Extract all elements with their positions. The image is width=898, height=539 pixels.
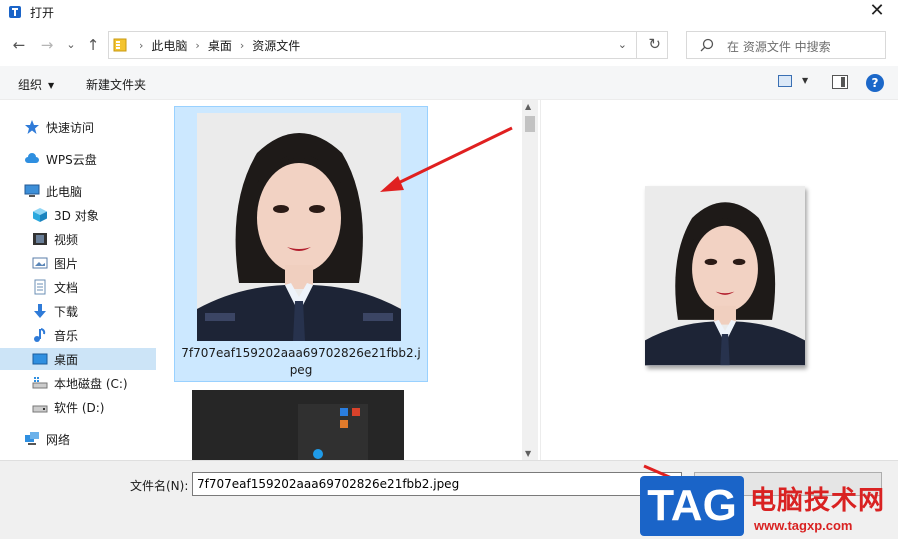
breadcrumb-separator: › — [139, 39, 144, 52]
sidebar-item-label: 下载 — [54, 304, 79, 319]
navigation-pane: 快速访问 WPS云盘 此电脑 3D 对象 视频 图片 文档 下载 音乐 桌面 本… — [0, 100, 158, 460]
refresh-button[interactable]: ↻ — [648, 35, 661, 53]
view-options-button[interactable]: ▼ — [802, 76, 808, 85]
sidebar-item-this-pc[interactable]: 此电脑 — [0, 180, 156, 202]
sidebar-item-videos[interactable]: 视频 — [0, 228, 156, 250]
breadcrumb-this-pc[interactable]: 此电脑 — [151, 37, 187, 54]
file-thumbnail-second[interactable] — [192, 390, 404, 460]
cloud-icon — [25, 153, 39, 163]
close-button[interactable]: ✕ — [862, 0, 892, 24]
music-icon — [34, 328, 46, 342]
open-file-dialog: 打开 ✕ ← → ⌄ ↑ › 此电脑 › 桌面 › 资源文件 ⌄ ↻ 在 资源文… — [0, 0, 898, 539]
sidebar-item-software-d[interactable]: 软件 (D:) — [0, 396, 156, 418]
breadcrumb: › 此电脑 › 桌面 › 资源文件 — [131, 37, 300, 54]
window-title: 打开 — [30, 6, 55, 20]
filename-field[interactable] — [192, 472, 682, 496]
change-view-button[interactable] — [778, 75, 792, 87]
address-divider — [636, 32, 637, 58]
breadcrumb-separator: › — [239, 39, 245, 52]
watermark: TAG 电脑技术网 www.tagxp.com — [640, 474, 898, 539]
preview-pane-button[interactable] — [832, 75, 848, 89]
cube-icon — [33, 208, 47, 222]
search-placeholder: 在 资源文件 中搜索 — [727, 40, 831, 54]
sidebar-item-label: 桌面 — [54, 352, 79, 367]
sidebar-item-label: 快速访问 — [46, 120, 95, 135]
network-icon — [25, 432, 39, 445]
sidebar-item-label: 本地磁盘 (C:) — [54, 376, 128, 391]
sidebar-item-documents[interactable]: 文档 — [0, 276, 156, 298]
sidebar-item-label: 图片 — [54, 256, 79, 271]
address-dropdown-button[interactable]: ⌄ — [618, 38, 627, 51]
command-bar: 组织 ▼ 新建文件夹 ▼ ? — [0, 66, 898, 100]
back-button[interactable]: ← — [10, 36, 28, 54]
search-icon — [700, 38, 714, 52]
search-box[interactable]: 在 资源文件 中搜索 — [686, 31, 886, 59]
star-icon — [25, 120, 39, 134]
file-thumbnail — [197, 113, 401, 341]
breadcrumb-resource-files[interactable]: 资源文件 — [252, 37, 300, 54]
recent-locations-button[interactable]: ⌄ — [62, 36, 80, 54]
filename-label: 文件名(N): — [130, 479, 189, 493]
filename-input[interactable] — [193, 473, 681, 495]
sidebar-item-label: 此电脑 — [46, 184, 83, 199]
sidebar-item-label: 音乐 — [54, 328, 79, 343]
sidebar-item-downloads[interactable]: 下载 — [0, 300, 156, 322]
file-list: 7f707eaf159202aaa69702826e21fbb2.jpeg — [160, 100, 522, 460]
watermark-logo: TAG — [640, 476, 744, 536]
chevron-down-icon: ▼ — [48, 81, 55, 90]
file-list-scrollbar[interactable]: ▲ ▼ — [522, 100, 538, 460]
sidebar-item-label: 网络 — [46, 432, 71, 447]
watermark-text: 电脑技术网 — [750, 486, 886, 516]
scroll-up-arrow[interactable]: ▲ — [525, 102, 531, 111]
organize-button[interactable]: 组织 ▼ — [18, 76, 54, 93]
document-icon — [34, 279, 46, 295]
scroll-thumb[interactable] — [525, 116, 535, 132]
sidebar-item-local-disk-c[interactable]: 本地磁盘 (C:) — [0, 372, 156, 394]
sidebar-item-music[interactable]: 音乐 — [0, 324, 156, 346]
sidebar-item-wps-cloud[interactable]: WPS云盘 — [0, 148, 156, 170]
folder-location-icon — [113, 38, 127, 52]
desktop-icon — [32, 353, 48, 365]
sidebar-item-label: 文档 — [54, 280, 79, 295]
sidebar-item-desktop[interactable]: 桌面 — [0, 348, 156, 370]
preview-image — [645, 186, 805, 366]
drive-icon — [32, 377, 48, 389]
computer-icon — [24, 184, 40, 197]
help-button[interactable]: ? — [866, 74, 884, 92]
organize-label: 组织 — [18, 78, 43, 92]
sidebar-item-3d-objects[interactable]: 3D 对象 — [0, 204, 156, 226]
sidebar-item-label: WPS云盘 — [46, 152, 97, 167]
up-button[interactable]: ↑ — [84, 36, 102, 54]
forward-button[interactable]: → — [38, 36, 56, 54]
sidebar-item-label: 软件 (D:) — [54, 400, 105, 415]
breadcrumb-desktop[interactable]: 桌面 — [208, 37, 232, 54]
file-name: 7f707eaf159202aaa69702826e21fbb2.jpeg — [181, 346, 421, 377]
portrait-preview — [645, 186, 805, 366]
preview-pane — [540, 100, 898, 460]
file-item-selected[interactable]: 7f707eaf159202aaa69702826e21fbb2.jpeg — [174, 106, 428, 382]
navigation-row: ← → ⌄ ↑ › 此电脑 › 桌面 › 资源文件 ⌄ ↻ 在 资源文件 中搜索 — [0, 28, 898, 62]
title-bar: 打开 ✕ — [0, 0, 898, 26]
portrait-thumbnail — [197, 113, 401, 341]
drive-icon — [32, 405, 48, 413]
sidebar-item-pictures[interactable]: 图片 — [0, 252, 156, 274]
sidebar-item-label: 视频 — [54, 232, 79, 247]
breadcrumb-separator: › — [195, 39, 200, 52]
screenshot-thumbnail — [192, 390, 404, 460]
video-icon — [33, 233, 47, 245]
sidebar-item-label: 3D 对象 — [54, 208, 99, 223]
picture-icon — [32, 257, 48, 269]
download-icon — [34, 304, 46, 318]
sidebar-item-quick-access[interactable]: 快速访问 — [0, 116, 156, 138]
app-icon — [9, 6, 21, 18]
new-folder-button[interactable]: 新建文件夹 — [86, 76, 146, 93]
scroll-down-arrow[interactable]: ▼ — [525, 449, 531, 458]
sidebar-item-network[interactable]: 网络 — [0, 428, 156, 450]
watermark-url: www.tagxp.com — [754, 518, 853, 533]
address-bar[interactable]: › 此电脑 › 桌面 › 资源文件 ⌄ ↻ — [108, 31, 668, 59]
